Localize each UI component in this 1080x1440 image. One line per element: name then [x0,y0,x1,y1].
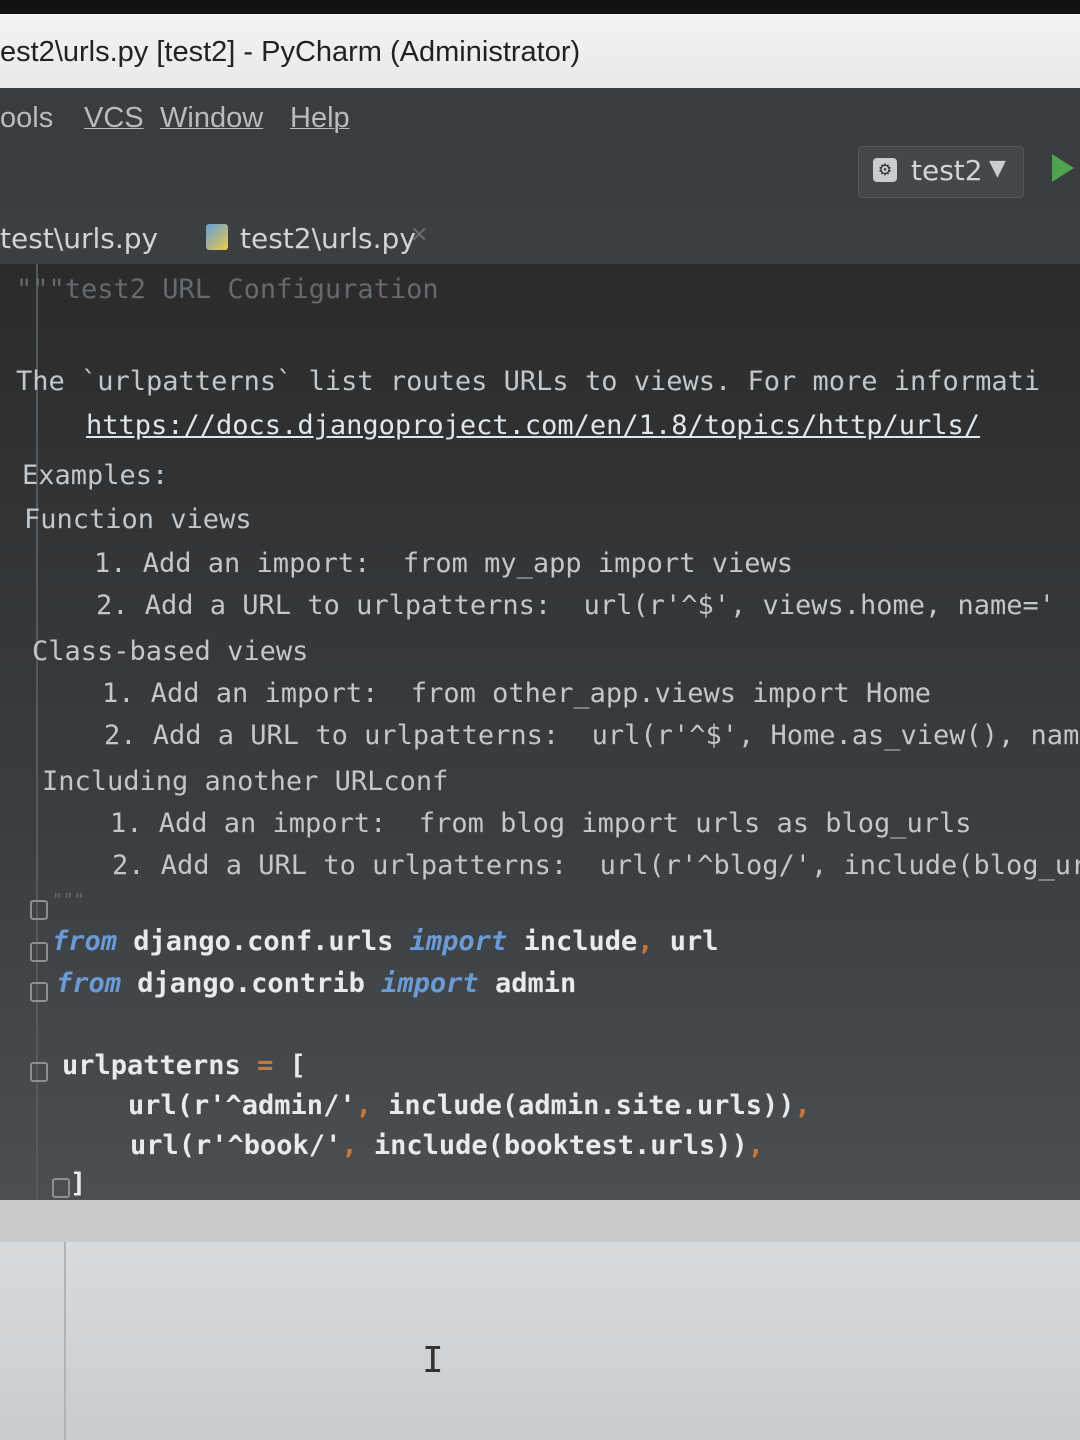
menu-bar: ools VCS Window Help [0,88,1080,146]
code-line: ] [70,1168,87,1199]
code-line: 2. Add a URL to urlpatterns: url(r'^$', … [96,590,1056,621]
import-line: from django.conf.urls import include, ur… [52,926,719,957]
toolbar: ⚙ test2 ▼ [0,146,1080,209]
code-line: 2. Add a URL to urlpatterns: url(r'^blog… [112,850,1080,881]
code-line: Class-based views [32,636,309,667]
code-line: Including another URLconf [42,766,449,797]
code-line: url(r'^admin/', include(admin.site.urls)… [128,1090,811,1121]
code-line: """ [52,890,85,911]
fold-icon[interactable] [30,942,48,962]
fold-icon[interactable] [30,1062,48,1082]
menu-tools[interactable]: ools [0,102,53,135]
chevron-down-icon: ▼ [989,156,1006,181]
fold-icon[interactable] [52,1178,70,1198]
menu-vcs[interactable]: VCS [84,102,144,135]
tab-label: test\urls.py [0,222,159,255]
code-line: 1. Add an import: from other_app.views i… [102,678,932,709]
tab-test-urls[interactable]: test\urls.py [0,208,180,264]
menu-window[interactable]: Window [160,102,263,135]
tab-test2-urls[interactable]: test2\urls.py × [186,208,444,268]
fold-icon[interactable] [30,982,48,1002]
code-line: urlpatterns = [ [62,1050,306,1081]
code-line: The `urlpatterns` list routes URLs to vi… [16,366,1041,397]
import-line: from django.contrib import admin [56,968,577,999]
window-titlebar: est2\urls.py [test2] - PyCharm (Administ… [0,0,1080,88]
run-config-dropdown[interactable]: ⚙ test2 ▼ [858,146,1024,198]
code-line: Examples: [22,460,169,491]
docs-link[interactable]: https://docs.djangoproject.com/en/1.8/to… [86,410,980,441]
status-band [0,1200,1080,1242]
lower-panel [0,1242,1080,1440]
run-icon[interactable] [1052,154,1074,182]
python-icon: ⚙ [873,158,897,182]
gutter [36,264,38,1200]
code-line: 2. Add a URL to urlpatterns: url(r'^$', … [104,720,1080,751]
close-icon[interactable]: × [410,222,428,247]
tab-label: test2\urls.py [240,222,416,255]
code-line: """test2 URL Configuration [16,274,439,305]
run-config-label: test2 [911,154,983,187]
code-line: Function views [24,504,252,535]
code-editor[interactable]: """test2 URL Configuration The `urlpatte… [0,264,1080,1200]
code-line: 1. Add an import: from my_app import vie… [94,548,793,579]
text-cursor-icon: I [422,1340,444,1381]
window-title: est2\urls.py [test2] - PyCharm (Administ… [0,36,581,68]
fold-icon[interactable] [30,900,48,920]
editor-tabs: test\urls.py test2\urls.py × [0,208,1080,268]
code-line: url(r'^book/', include(booktest.urls)), [130,1130,764,1161]
python-file-icon [206,224,228,250]
panel-divider [64,1242,66,1440]
menu-help[interactable]: Help [290,102,350,135]
code-line: 1. Add an import: from blog import urls … [110,808,972,839]
